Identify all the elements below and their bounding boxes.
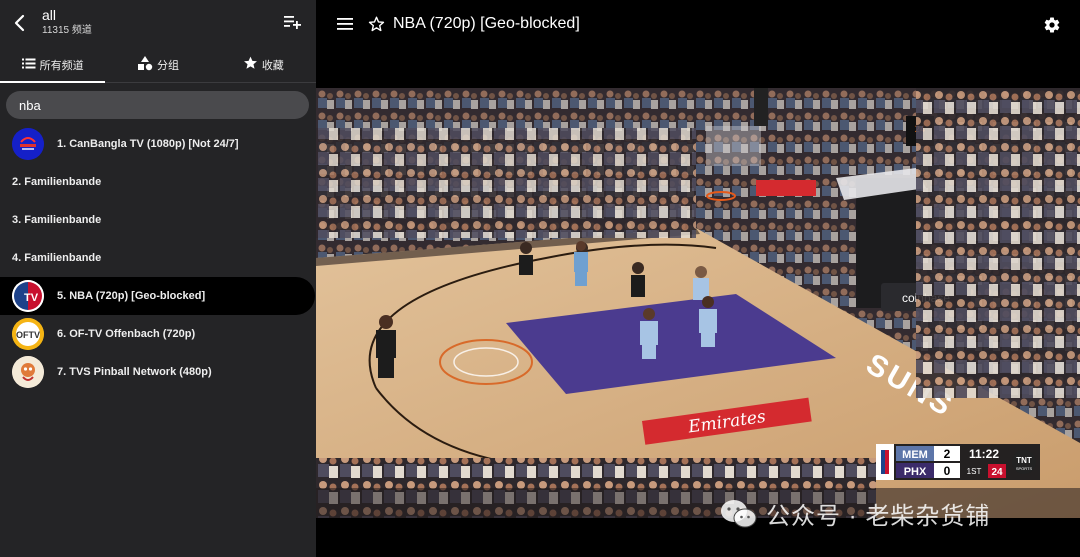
channel-sidebar: all 11315 频道 所有频道 分组 收藏 nba 1. CanBangla… bbox=[0, 0, 316, 557]
hamburger-menu-icon[interactable] bbox=[336, 15, 354, 33]
channel-item[interactable]: 1. CanBangla TV (1080p) [Not 24/7] bbox=[0, 125, 316, 163]
channel-item[interactable]: 7. TVS Pinball Network (480p) bbox=[0, 353, 316, 391]
channel-search-bar[interactable] bbox=[6, 91, 309, 119]
watermark-text: 公众号 · 老柴杂货铺 bbox=[766, 503, 991, 530]
team2-abbrev: PHX bbox=[904, 466, 927, 478]
now-playing-title: NBA (720p) [Geo-blocked] bbox=[393, 15, 580, 32]
channel-label: 5. NBA (720p) [Geo-blocked] bbox=[57, 290, 206, 302]
channel-label: 2. Familienbande bbox=[12, 176, 102, 188]
sidebar-tabs: 所有频道 分组 收藏 bbox=[0, 47, 316, 83]
category-shapes-icon bbox=[137, 55, 153, 74]
channel-label: 4. Familienbande bbox=[12, 252, 102, 264]
game-broadcast-frame: Emirates SUNS coinbase 24 bbox=[316, 88, 1080, 518]
channel-label: 6. OF-TV Offenbach (720p) bbox=[57, 328, 196, 340]
list-icon bbox=[21, 58, 36, 72]
svg-text:SPORTS: SPORTS bbox=[1016, 466, 1033, 471]
channel-label: 3. Familienbande bbox=[12, 214, 102, 226]
wechat-logo-icon bbox=[720, 498, 758, 530]
channel-label: 7. TVS Pinball Network (480p) bbox=[57, 366, 212, 378]
channel-count: 11315 频道 bbox=[42, 25, 92, 36]
channel-item[interactable]: 2. Familienbande bbox=[0, 163, 316, 201]
channel-item[interactable]: 3. Familienbande bbox=[0, 201, 316, 239]
tab-groups[interactable]: 分组 bbox=[105, 47, 210, 82]
canbangla-logo-icon bbox=[12, 128, 44, 160]
network-logo-text: TNT bbox=[1016, 456, 1032, 465]
scorebug: MEM 2 PHX 0 11:22 1ST 24 TNT SPORTS bbox=[876, 444, 1040, 480]
tab-label: 收藏 bbox=[261, 59, 284, 72]
channel-label: 1. CanBangla TV (1080p) [Not 24/7] bbox=[57, 138, 239, 150]
team2-score: 0 bbox=[944, 464, 951, 478]
search-input[interactable] bbox=[19, 97, 289, 113]
playlist-title: all bbox=[42, 7, 57, 23]
channel-item-selected[interactable]: TV 5. NBA (720p) [Geo-blocked] bbox=[0, 277, 315, 315]
tab-label: 分组 bbox=[156, 59, 179, 72]
channel-list: 1. CanBangla TV (1080p) [Not 24/7] 2. Fa… bbox=[0, 125, 316, 391]
of-tv-logo-text: OFTV bbox=[16, 330, 40, 340]
channel-item[interactable]: OFTV 6. OF-TV Offenbach (720p) bbox=[0, 315, 316, 353]
playlist-add-icon[interactable] bbox=[282, 12, 302, 32]
nba-tv-logo-icon: TV bbox=[12, 280, 44, 312]
wechat-watermark: 公众号 · 老柴杂货铺 bbox=[720, 496, 990, 531]
game-period: 1ST bbox=[967, 467, 982, 476]
tvs-pinball-logo-icon bbox=[12, 356, 44, 388]
video-player[interactable]: Emirates SUNS coinbase 24 bbox=[316, 88, 1080, 518]
team1-score: 2 bbox=[944, 447, 951, 461]
game-clock: 11:22 bbox=[969, 447, 999, 461]
tab-favorites[interactable]: 收藏 bbox=[211, 47, 316, 82]
of-tv-logo-icon: OFTV bbox=[12, 318, 44, 350]
player-header: NBA (720p) [Geo-blocked] bbox=[316, 0, 1080, 50]
shot-clock: 24 bbox=[991, 467, 1003, 478]
sidebar-header: all 11315 频道 bbox=[0, 0, 316, 46]
gear-icon[interactable] bbox=[1042, 15, 1062, 35]
favorite-star-outline-icon[interactable] bbox=[366, 14, 386, 34]
channel-item[interactable]: 4. Familienbande bbox=[0, 239, 316, 277]
back-arrow-icon[interactable] bbox=[8, 10, 30, 36]
nba-tv-logo-text: TV bbox=[24, 292, 39, 304]
team1-abbrev: MEM bbox=[902, 449, 928, 461]
tab-label: 所有频道 bbox=[39, 59, 84, 72]
star-icon bbox=[243, 56, 258, 73]
tab-all-channels[interactable]: 所有频道 bbox=[0, 47, 106, 83]
